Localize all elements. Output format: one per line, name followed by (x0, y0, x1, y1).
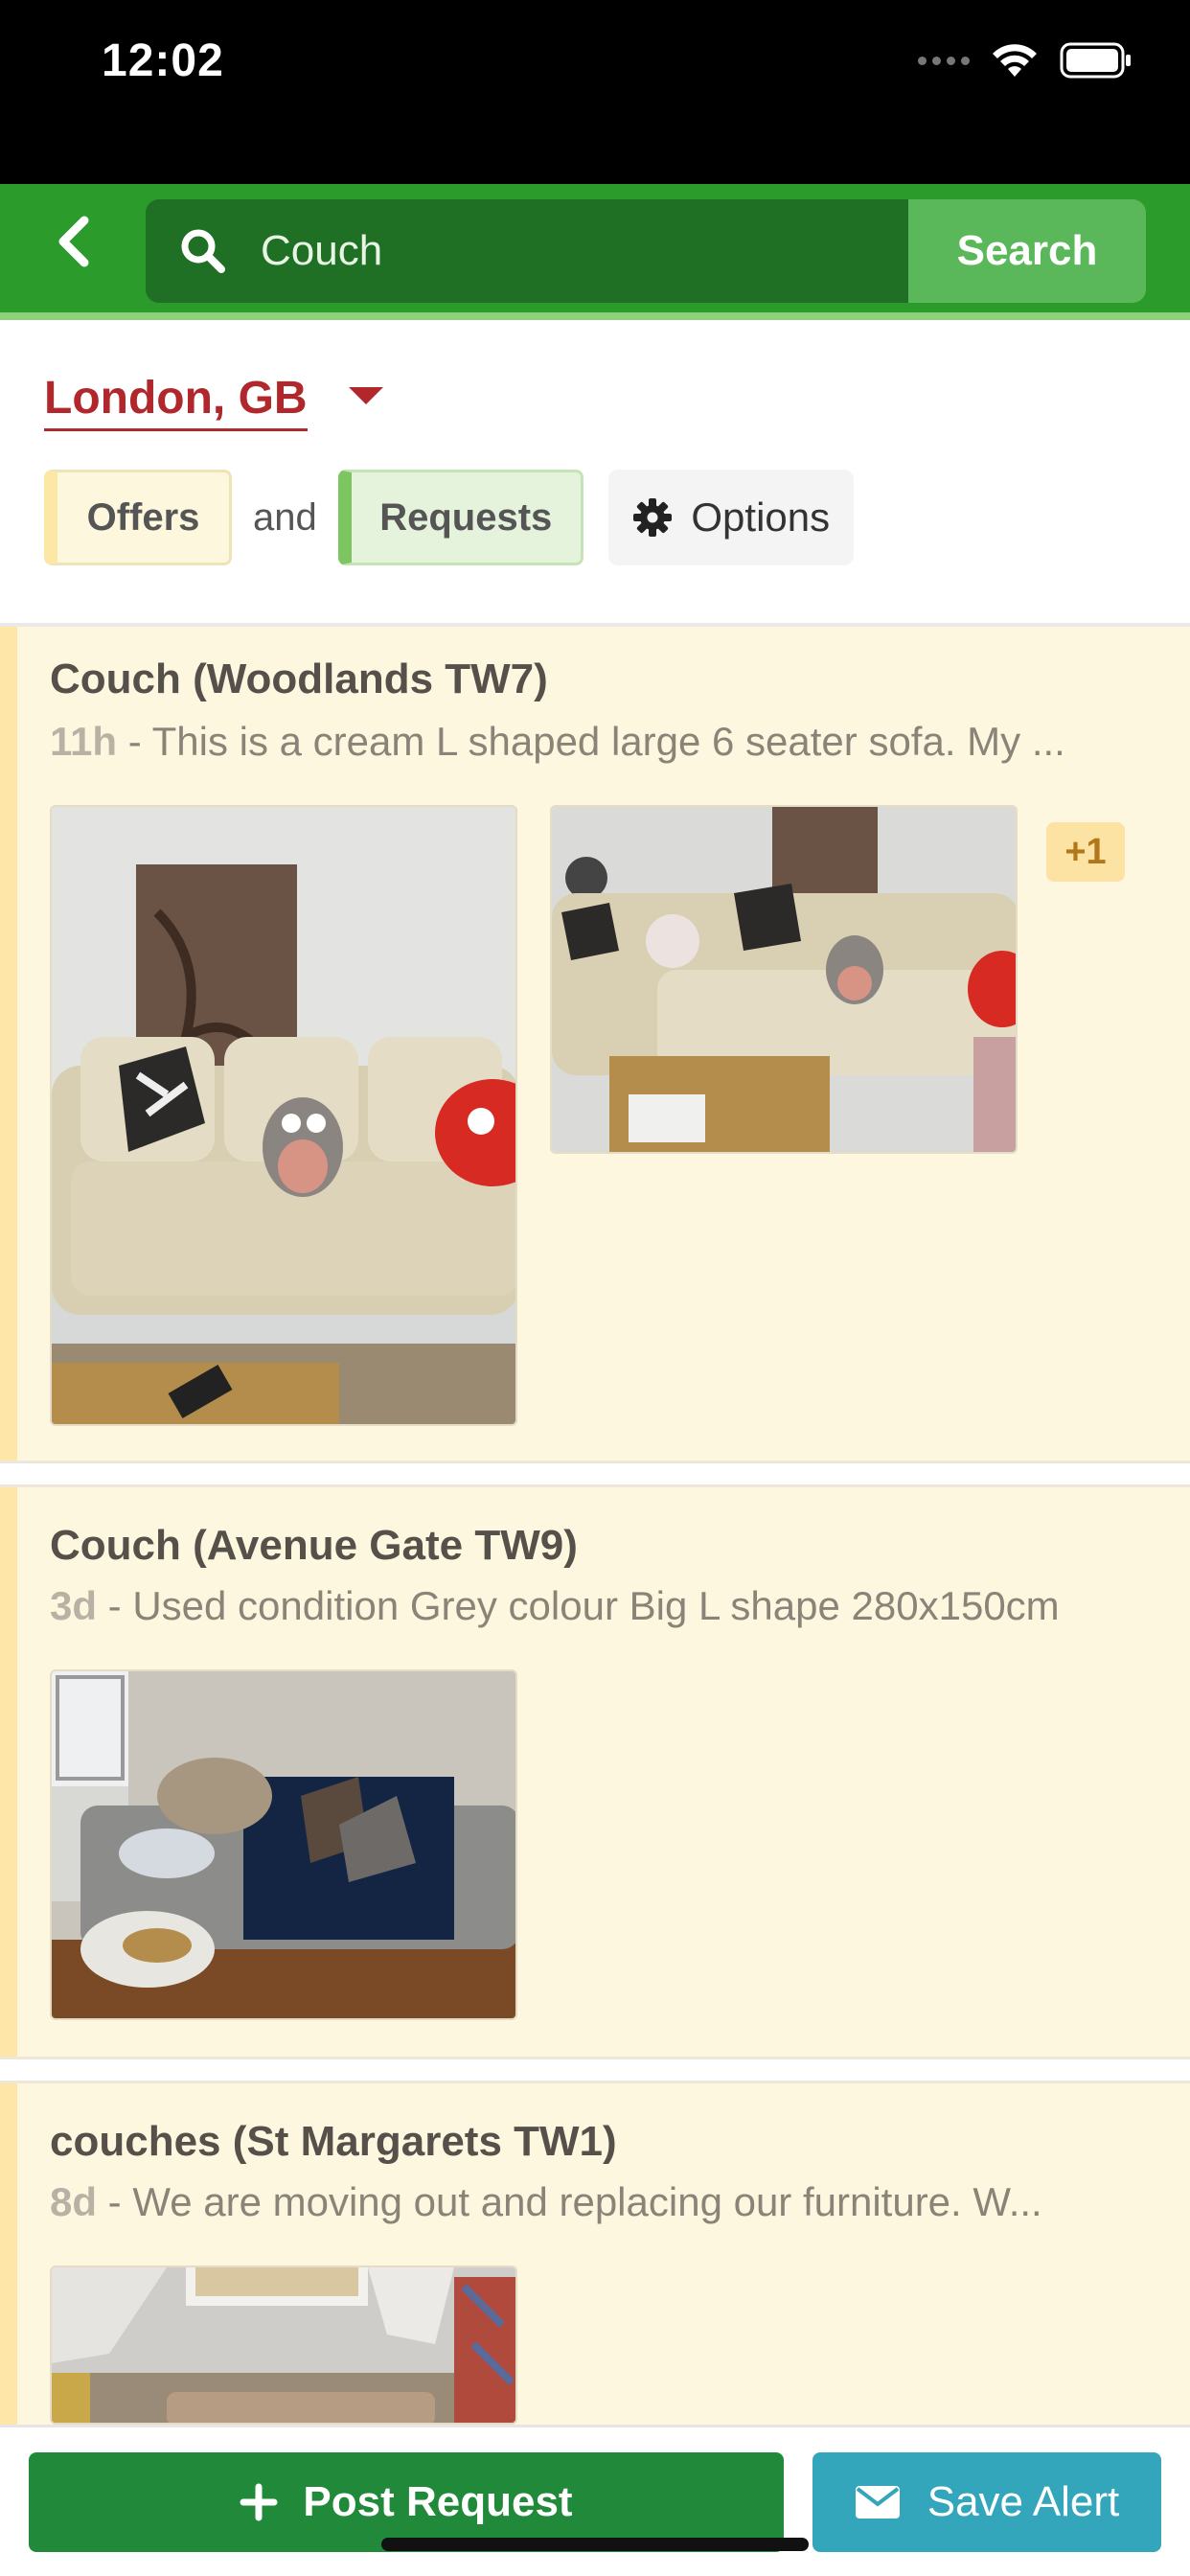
search-header: Search (0, 184, 1190, 320)
listing-title[interactable]: Couch (Woodlands TW7) (50, 656, 548, 703)
listing-title[interactable]: couches (St Margarets TW1) (50, 2118, 617, 2166)
location-selector[interactable]: London, GB (44, 372, 308, 431)
search-button[interactable]: Search (908, 199, 1146, 303)
search-box[interactable] (146, 199, 908, 303)
listing-photo[interactable] (50, 1669, 517, 2020)
status-time: 12:02 (102, 35, 224, 86)
battery-icon (1060, 42, 1133, 79)
listing-description: 11h - This is a cream L shaped large 6 s… (50, 719, 1065, 764)
listing-description: 3d - Used condition Grey colour Big L sh… (50, 1583, 1060, 1628)
options-button[interactable]: Options (607, 470, 854, 565)
status-icons (918, 42, 1133, 79)
listing-description: 8d - We are moving out and replacing our… (50, 2179, 1042, 2224)
listing-item[interactable]: Couch (Avenue Gate TW9) 3d - Used condit… (0, 1487, 1190, 2057)
save-alert-label: Save Alert (927, 2478, 1120, 2525)
offers-toggle[interactable]: Offers (44, 470, 232, 565)
listing-title[interactable]: Couch (Avenue Gate TW9) (50, 1522, 578, 1570)
listing-photo[interactable] (50, 2266, 517, 2425)
listing-item[interactable]: couches (St Margarets TW1) 8d - We are m… (0, 2083, 1190, 2425)
listing-photo[interactable] (550, 805, 1018, 1154)
post-request-label: Post Request (303, 2478, 573, 2525)
listing-photo[interactable] (50, 805, 517, 1426)
listing-item[interactable]: Couch (Woodlands TW7) 11h - This is a cr… (0, 627, 1190, 1460)
bottom-bar: Post Request Save Alert (0, 2425, 1190, 2576)
listing-separator (0, 2057, 1190, 2083)
plus-icon (240, 2483, 278, 2521)
signal-icon (918, 56, 970, 65)
home-indicator[interactable] (381, 2538, 809, 2551)
listing-separator (0, 1460, 1190, 1487)
listing-age: 3d (50, 1583, 98, 1628)
save-alert-button[interactable]: Save Alert (812, 2452, 1161, 2552)
search-icon (181, 229, 225, 273)
filter-row: Offers and Requests Options (44, 470, 854, 565)
options-label: Options (691, 494, 831, 540)
gear-icon (633, 498, 673, 537)
listing-age: 11h (50, 719, 118, 764)
more-photos-badge[interactable]: +1 (1046, 822, 1125, 882)
caret-down-icon[interactable] (349, 387, 383, 404)
status-bar: 12:02 (0, 0, 1190, 184)
back-button[interactable] (44, 213, 102, 270)
requests-toggle[interactable]: Requests (337, 470, 584, 565)
envelope-icon (855, 2486, 900, 2518)
listing-age: 8d (50, 2179, 98, 2224)
search-input[interactable] (261, 199, 874, 303)
wifi-icon (991, 42, 1039, 79)
and-label: and (253, 495, 317, 539)
back-chevron-icon (58, 216, 89, 267)
